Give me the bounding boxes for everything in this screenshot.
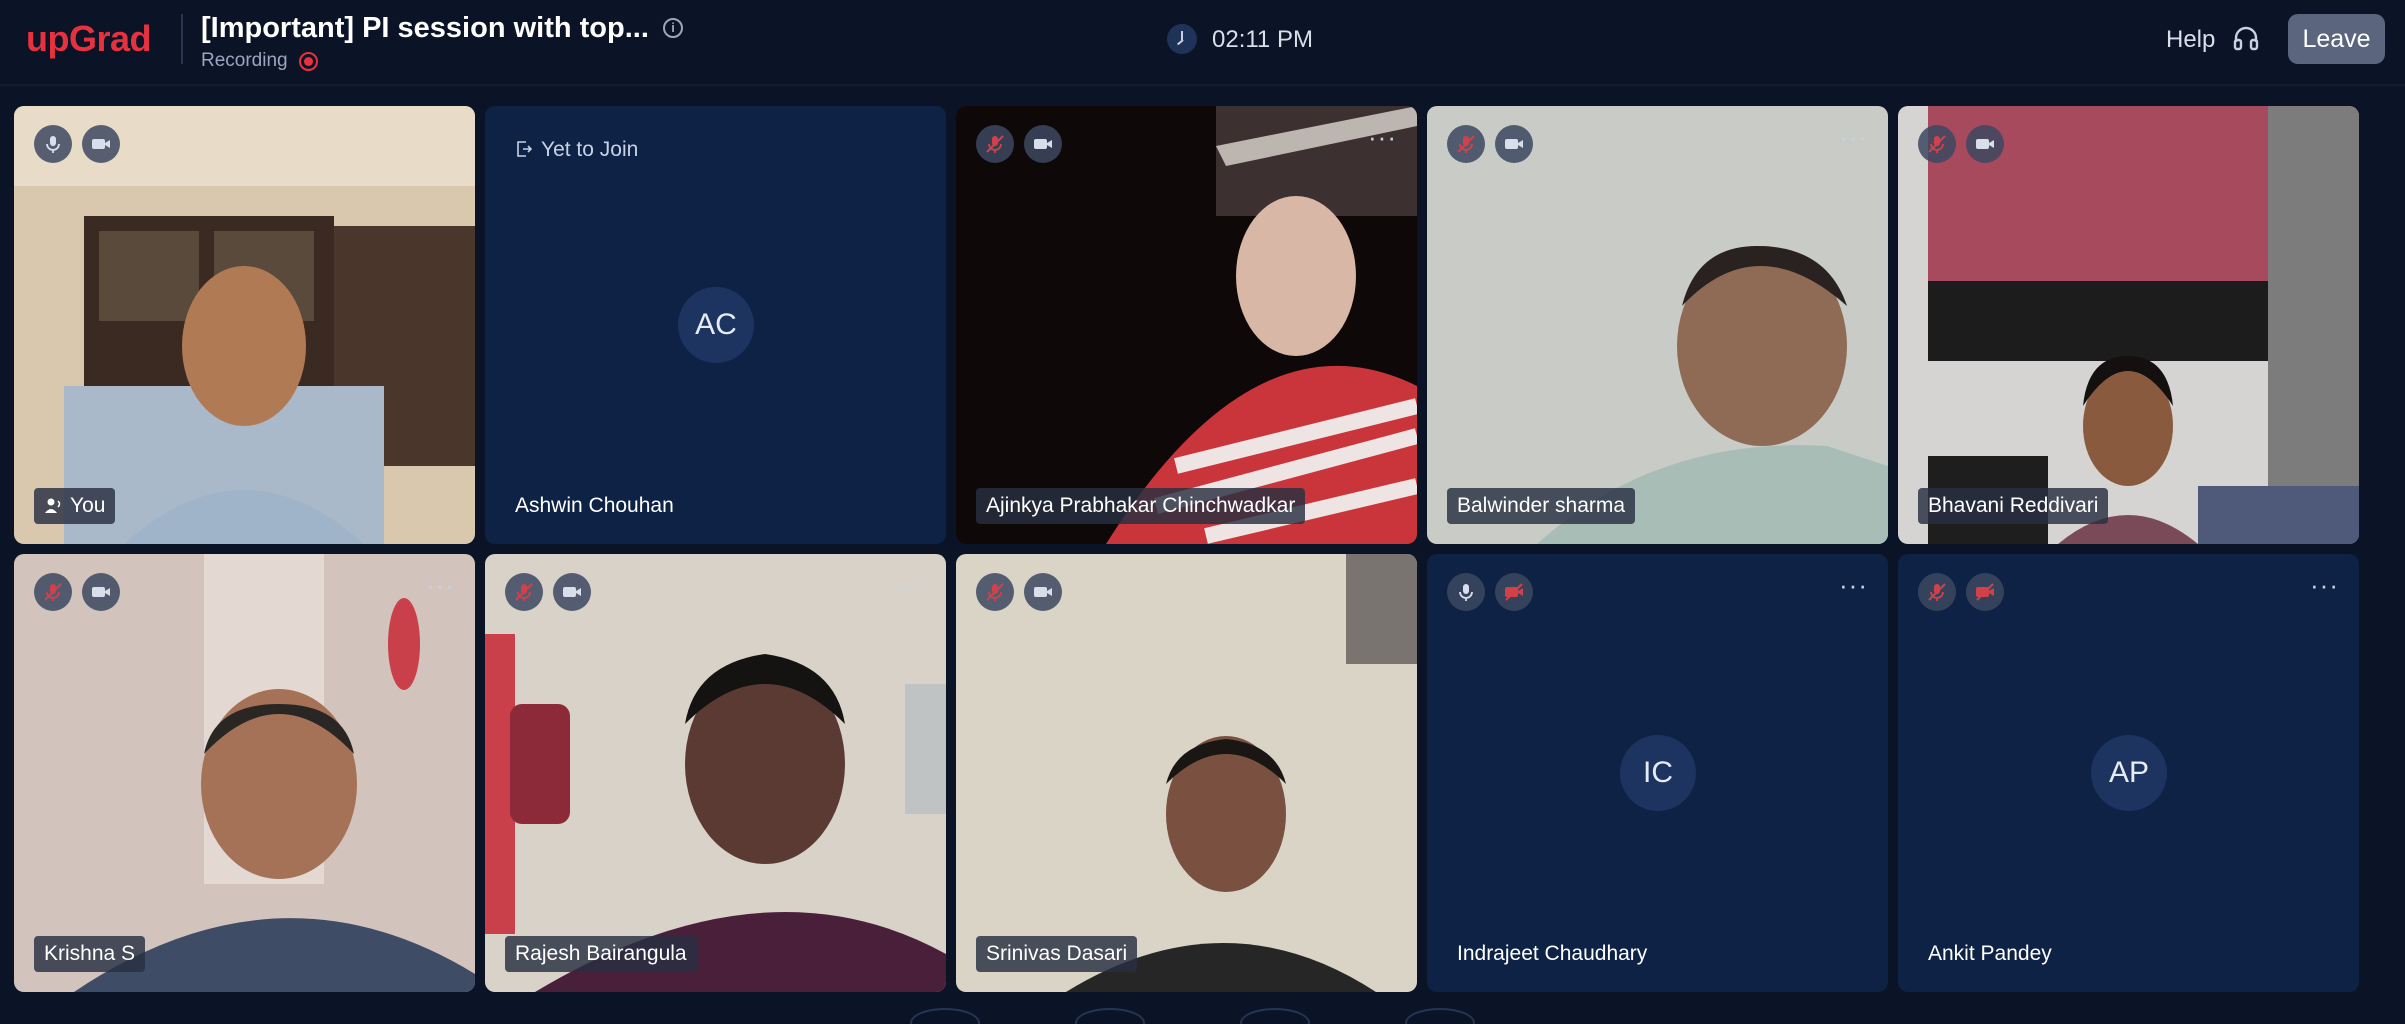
participant-name: Ashwin Chouhan [515,494,674,517]
participant-name: Ankit Pandey [1928,942,2052,965]
control-bar-button[interactable] [1075,1008,1145,1024]
video-feed [1898,106,2359,544]
participant-name: Krishna S [34,936,146,972]
avatar-initials: AP [2091,735,2167,811]
participant-tile[interactable]: ··· Rajesh Bairangula [485,554,946,992]
session-title: [Important] PI session with top... [201,12,649,44]
participant-tile[interactable]: ··· IC Indrajeet Chaudhary [1427,554,1888,992]
header-divider [181,14,183,64]
control-bar-button[interactable] [910,1008,980,1024]
more-options-icon[interactable]: ··· [897,570,926,601]
recording-label: Recording [201,50,288,71]
participant-tile[interactable]: ··· Balwinder sharma [1427,106,1888,544]
join-status: Yet to Join [515,138,638,162]
video-feed [1427,106,1888,544]
session-clock: 02:11 PM [1212,26,1313,53]
control-bar-button[interactable] [1405,1008,1475,1024]
participant-tile[interactable]: ··· Krishna S [14,554,475,992]
mic-on-icon[interactable] [34,125,72,163]
participant-name: Bhavani Reddivari [1918,488,2109,524]
clock-icon [1167,24,1197,54]
camera-on-icon[interactable] [1024,573,1062,611]
participant-tile[interactable]: ··· AP Ankit Pandey [1898,554,2359,992]
avatar-initials: AC [678,287,754,363]
avatar-initials: IC [1620,735,1696,811]
participant-tile-you[interactable]: You [14,106,475,544]
video-feed [956,554,1417,992]
camera-on-icon[interactable] [1495,125,1533,163]
camera-on-icon[interactable] [1024,125,1062,163]
video-feed [14,554,475,992]
camera-off-icon[interactable] [1495,573,1533,611]
participant-tile[interactable]: Srinivas Dasari [956,554,1417,992]
exit-door-icon [517,141,533,157]
control-bar-button[interactable] [1240,1008,1310,1024]
camera-on-icon[interactable] [1966,125,2004,163]
participant-name: Srinivas Dasari [976,936,1138,972]
participant-tile[interactable]: ··· Ajinkya Prabhakar Chinchwadkar [956,106,1417,544]
headset-icon[interactable] [2232,25,2260,53]
participant-name: Ajinkya Prabhakar Chinchwadkar [976,488,1306,524]
mic-muted-icon[interactable] [976,573,1014,611]
more-options-icon[interactable]: ··· [1839,570,1868,601]
mic-muted-icon[interactable] [1447,125,1485,163]
more-options-icon[interactable]: ··· [1839,122,1868,153]
recording-indicator-icon [299,52,318,71]
participant-tile[interactable]: Bhavani Reddivari [1898,106,2359,544]
camera-on-icon[interactable] [553,573,591,611]
more-options-icon[interactable]: ··· [426,570,455,601]
join-status-label: Yet to Join [541,138,639,161]
info-icon[interactable]: i [663,18,683,38]
more-options-icon[interactable]: ··· [1368,122,1397,153]
person-icon [45,498,61,514]
video-feed [485,554,946,992]
camera-on-icon[interactable] [82,573,120,611]
participant-name: Indrajeet Chaudhary [1457,942,1648,965]
top-bar: upGrad [Important] PI session with top..… [0,0,2405,86]
mic-muted-icon[interactable] [1918,573,1956,611]
more-options-icon[interactable]: ··· [2310,570,2339,601]
mic-muted-icon[interactable] [976,125,1014,163]
camera-off-icon[interactable] [1966,573,2004,611]
mic-muted-icon[interactable] [505,573,543,611]
participant-name: Balwinder sharma [1447,488,1636,524]
video-feed [14,106,475,544]
participant-name: You [70,494,106,517]
mic-muted-icon[interactable] [1918,125,1956,163]
help-link[interactable]: Help [2166,26,2215,54]
participant-tile[interactable]: Yet to Join AC Ashwin Chouhan [485,106,946,544]
video-feed [956,106,1417,544]
mic-on-icon[interactable] [1447,573,1485,611]
mic-muted-icon[interactable] [34,573,72,611]
participant-name: Rajesh Bairangula [505,936,697,972]
upgrad-logo: upGrad [26,18,152,59]
leave-button[interactable]: Leave [2288,14,2385,64]
participant-name-tag: You [34,488,116,524]
camera-on-icon[interactable] [82,125,120,163]
